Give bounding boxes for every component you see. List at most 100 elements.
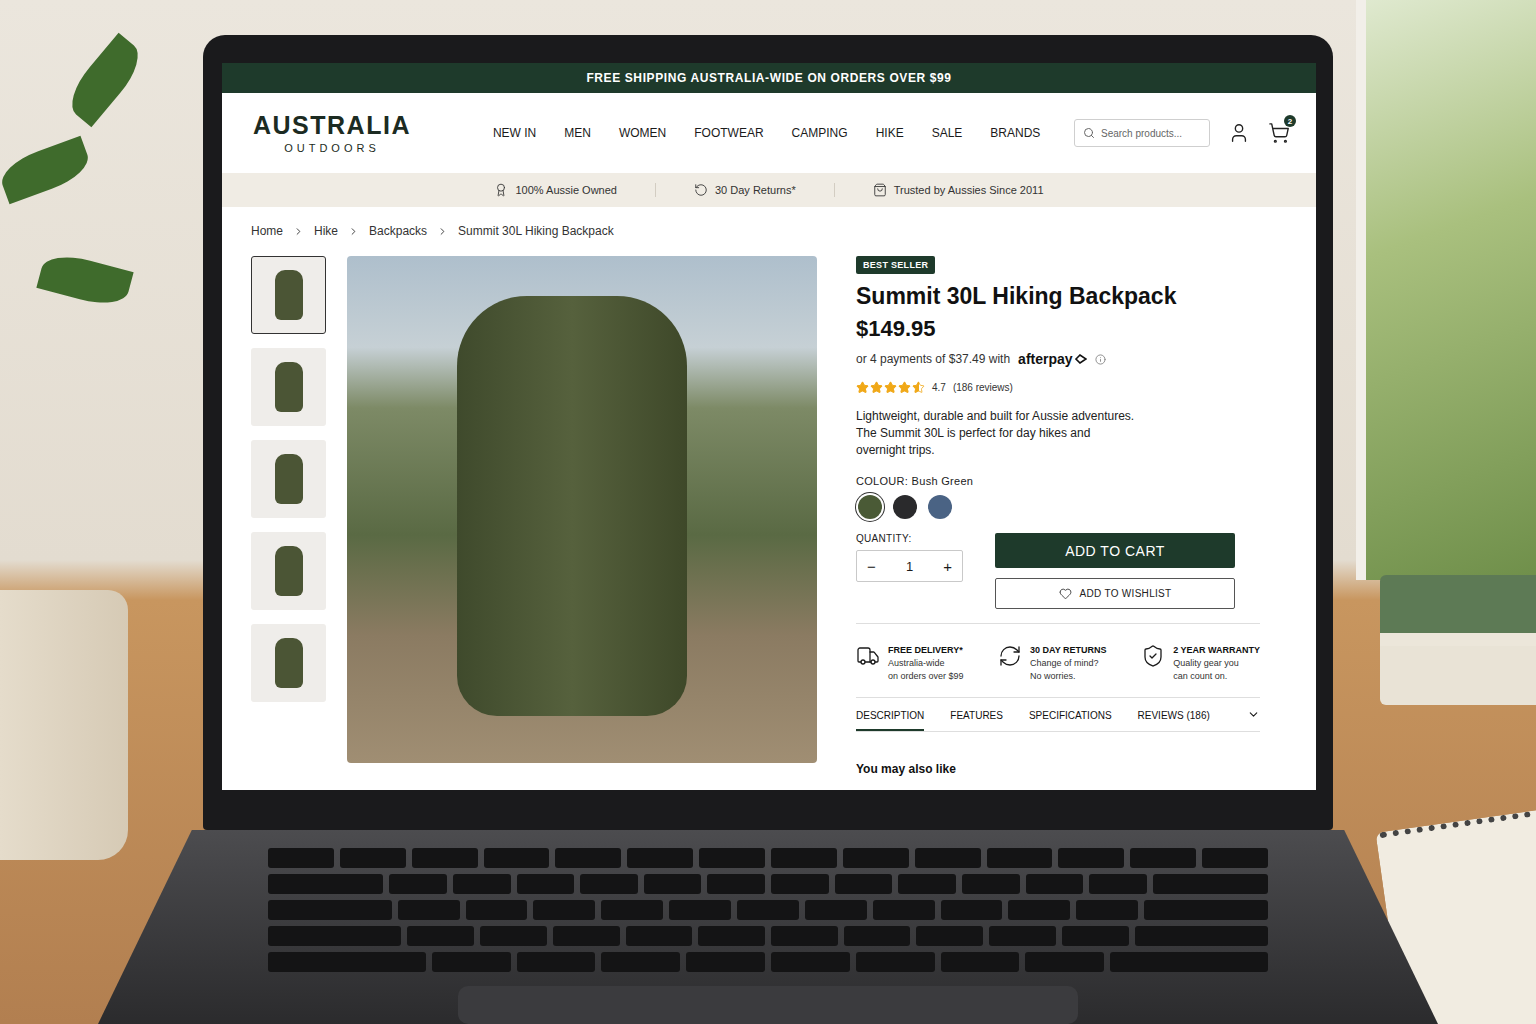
colour-swatch[interactable] <box>893 495 917 519</box>
key[interactable] <box>669 900 731 920</box>
nav-item[interactable]: WOMEN <box>619 126 666 140</box>
key[interactable] <box>1062 926 1129 946</box>
key[interactable] <box>601 952 680 972</box>
add-to-wishlist-button[interactable]: ADD TO WISHLIST <box>995 578 1235 609</box>
key[interactable] <box>1202 848 1268 868</box>
colour-swatch[interactable] <box>928 495 952 519</box>
key[interactable] <box>517 874 575 894</box>
increment-button[interactable]: + <box>943 558 952 575</box>
thumbnail[interactable] <box>251 532 326 610</box>
key[interactable] <box>626 926 693 946</box>
key[interactable] <box>517 952 596 972</box>
key[interactable] <box>1110 952 1268 972</box>
key[interactable] <box>686 952 765 972</box>
key[interactable] <box>412 848 478 868</box>
key[interactable] <box>1008 900 1070 920</box>
key[interactable] <box>627 848 693 868</box>
key[interactable] <box>771 874 829 894</box>
add-to-cart-button[interactable]: ADD TO CART <box>995 533 1235 568</box>
key[interactable] <box>432 952 511 972</box>
key[interactable] <box>480 926 547 946</box>
key[interactable] <box>533 900 595 920</box>
thumbnail[interactable] <box>251 348 326 426</box>
key[interactable] <box>707 874 765 894</box>
key[interactable] <box>1144 900 1268 920</box>
nav-item[interactable]: NEW IN <box>493 126 536 140</box>
key[interactable] <box>580 874 638 894</box>
key[interactable] <box>1089 874 1147 894</box>
search-field[interactable]: Search products... <box>1074 119 1210 147</box>
key[interactable] <box>1076 900 1138 920</box>
nav-item[interactable]: SALE <box>932 126 963 140</box>
key[interactable] <box>1135 926 1268 946</box>
breadcrumb-item[interactable]: Home <box>251 224 283 238</box>
key[interactable] <box>771 848 837 868</box>
nav-item[interactable]: MEN <box>564 126 591 140</box>
key[interactable] <box>873 900 935 920</box>
tabs-expand[interactable] <box>1247 708 1260 721</box>
key[interactable] <box>268 900 392 920</box>
info-icon[interactable] <box>1095 354 1106 365</box>
key[interactable] <box>340 848 406 868</box>
account-button[interactable] <box>1228 122 1250 144</box>
key[interactable] <box>268 874 383 894</box>
key[interactable] <box>941 900 1003 920</box>
breadcrumb-item[interactable]: Backpacks <box>369 224 427 238</box>
quantity-value[interactable]: 1 <box>906 559 913 574</box>
key[interactable] <box>389 874 447 894</box>
tab[interactable]: REVIEWS (186) <box>1138 698 1210 731</box>
key[interactable] <box>771 952 850 972</box>
key[interactable] <box>453 874 511 894</box>
key[interactable] <box>843 848 909 868</box>
breadcrumb-item[interactable]: Summit 30L Hiking Backpack <box>458 224 614 238</box>
key[interactable] <box>268 848 334 868</box>
nav-item[interactable]: CAMPING <box>792 126 848 140</box>
key[interactable] <box>771 926 838 946</box>
key[interactable] <box>553 926 620 946</box>
key[interactable] <box>1130 848 1196 868</box>
thumbnail[interactable] <box>251 440 326 518</box>
thumbnail[interactable] <box>251 256 326 334</box>
key[interactable] <box>856 952 935 972</box>
nav-item[interactable]: HIKE <box>876 126 904 140</box>
key[interactable] <box>698 926 765 946</box>
tab[interactable]: DESCRIPTION <box>856 698 924 731</box>
key[interactable] <box>555 848 621 868</box>
key[interactable] <box>987 848 1053 868</box>
key[interactable] <box>1025 952 1104 972</box>
key[interactable] <box>268 952 426 972</box>
key[interactable] <box>484 848 550 868</box>
key[interactable] <box>398 900 460 920</box>
trackpad[interactable] <box>458 986 1078 1024</box>
thumbnail[interactable] <box>251 624 326 702</box>
key[interactable] <box>737 900 799 920</box>
key[interactable] <box>466 900 528 920</box>
colour-swatch[interactable] <box>858 495 882 519</box>
breadcrumb-item[interactable]: Hike <box>314 224 338 238</box>
key[interactable] <box>1058 848 1124 868</box>
key[interactable] <box>844 926 911 946</box>
nav-item[interactable]: BRANDS <box>990 126 1040 140</box>
cart-button[interactable]: 2 <box>1268 122 1290 144</box>
key[interactable] <box>407 926 474 946</box>
key[interactable] <box>601 900 663 920</box>
key[interactable] <box>898 874 956 894</box>
review-count[interactable]: (186 reviews) <box>953 382 1013 393</box>
tab[interactable]: FEATURES <box>950 698 1003 731</box>
key[interactable] <box>805 900 867 920</box>
logo[interactable]: AUSTRALIAOUTDOORS <box>253 112 411 155</box>
key[interactable] <box>1026 874 1084 894</box>
key[interactable] <box>916 926 983 946</box>
tab[interactable]: SPECIFICATIONS <box>1029 698 1112 731</box>
key[interactable] <box>915 848 981 868</box>
key[interactable] <box>835 874 893 894</box>
key[interactable] <box>699 848 765 868</box>
decrement-button[interactable]: − <box>867 558 876 575</box>
key[interactable] <box>1153 874 1268 894</box>
key[interactable] <box>962 874 1020 894</box>
key[interactable] <box>989 926 1056 946</box>
nav-item[interactable]: FOOTWEAR <box>694 126 763 140</box>
key[interactable] <box>644 874 702 894</box>
key[interactable] <box>941 952 1020 972</box>
key[interactable] <box>268 926 401 946</box>
